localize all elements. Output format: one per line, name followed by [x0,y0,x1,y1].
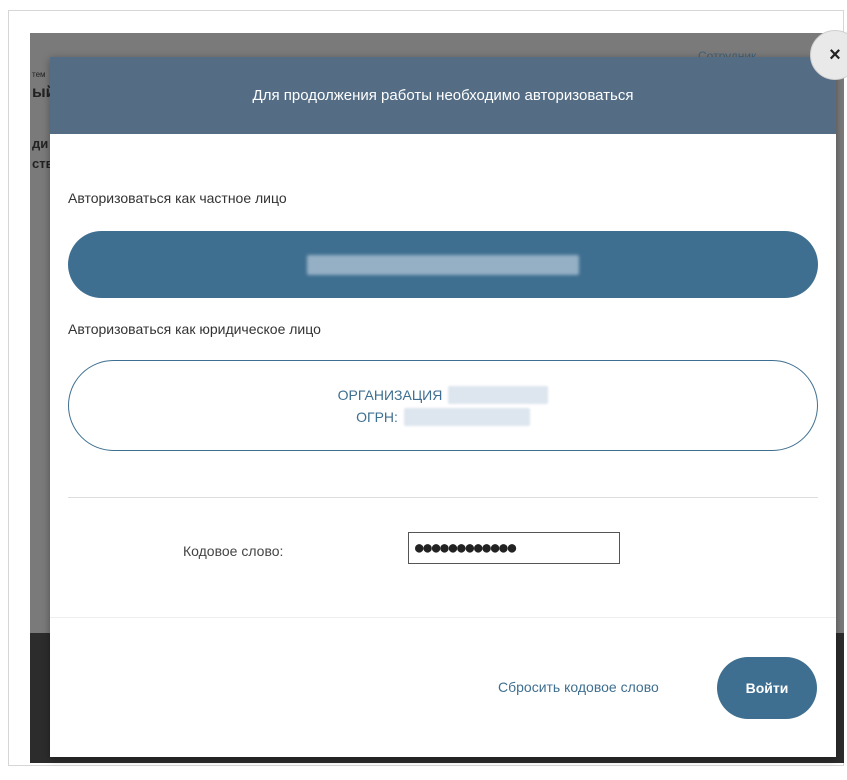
redacted-ogrn [403,407,530,426]
background-small-fragment: тем [32,70,46,79]
redacted-org-name [448,385,549,404]
reset-code-word-link[interactable]: Сбросить кодовое слово [498,679,659,695]
section-divider [68,497,818,498]
code-word-label: Кодовое слово: [183,543,284,559]
auth-modal: Для продолжения работы необходимо автори… [50,57,836,757]
private-person-label: Авторизоваться как частное лицо [68,190,287,206]
org-ogrn-prefix: ОГРН: [356,408,398,425]
modal-title: Для продолжения работы необходимо автори… [252,87,634,104]
code-word-input[interactable] [408,532,620,564]
legal-entity-label: Авторизоваться как юридическое лицо [68,321,321,337]
org-name-line: ОРГАНИЗАЦИЯ [337,385,549,404]
private-person-button[interactable] [68,231,818,298]
footer-divider [50,617,836,618]
org-ogrn-line: ОГРН: [356,407,530,426]
modal-header: Для продолжения работы необходимо автори… [50,57,836,134]
redacted-name [307,254,579,275]
login-button[interactable]: Войти [717,657,817,719]
background-text-fragment: ди [32,136,49,151]
org-name-prefix: ОРГАНИЗАЦИЯ [337,386,443,403]
legal-entity-button[interactable]: ОРГАНИЗАЦИЯ ОГРН: [68,360,818,451]
